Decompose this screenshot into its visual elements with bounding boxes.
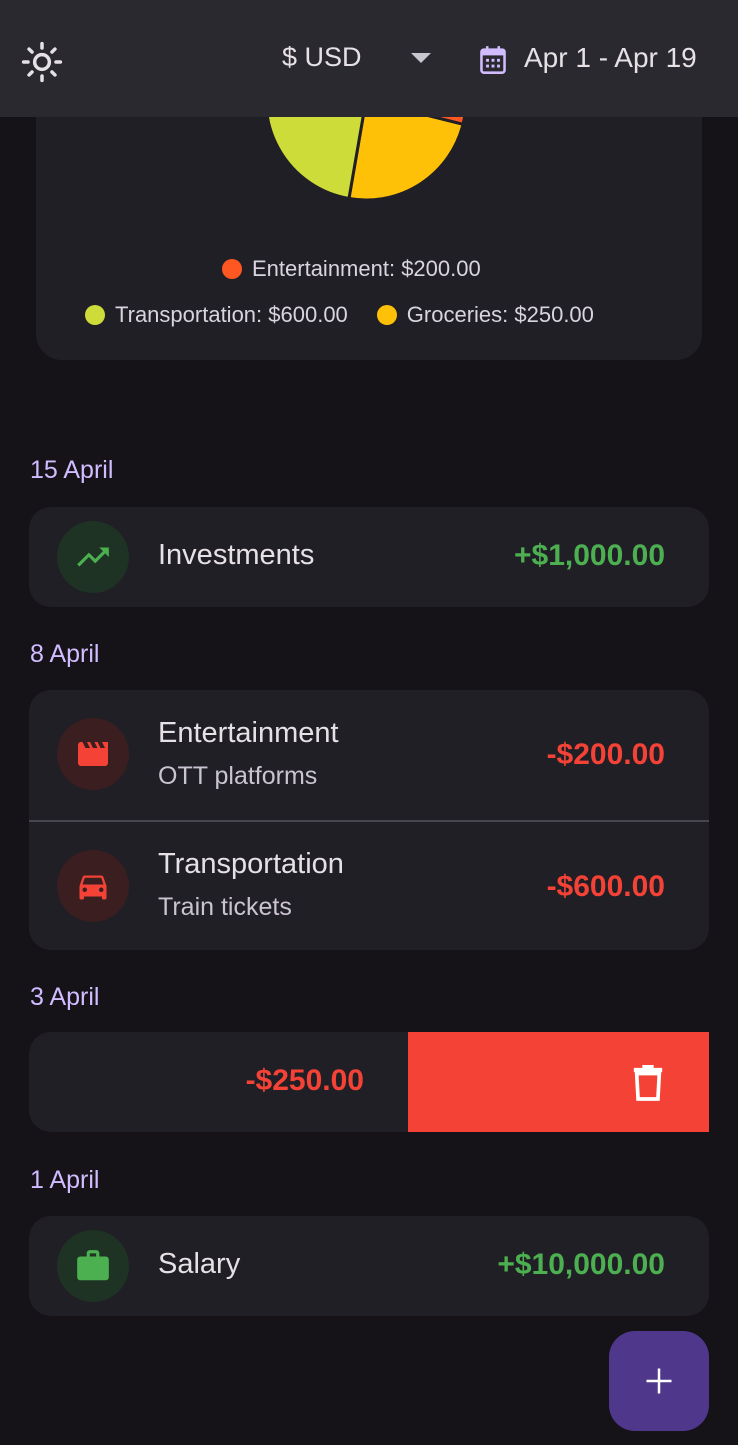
- transaction-group-card: Salary +$10,000.00: [29, 1216, 709, 1316]
- transaction-group-card: Investments +$1,000.00: [29, 507, 709, 607]
- section-date-heading: 15 April: [30, 456, 114, 484]
- transaction-amount: +$10,000.00: [497, 1248, 665, 1281]
- transaction-subtitle: OTT platforms: [158, 762, 318, 790]
- delete-icon: [633, 1065, 663, 1101]
- plus-icon: [646, 1368, 672, 1394]
- legend-label: Transportation: $600.00: [115, 302, 348, 327]
- legend-item-groceries: Groceries: $250.00: [376, 302, 594, 328]
- transaction-group-card: Entertainment OTT platforms -$200.00 Tra…: [29, 690, 709, 950]
- currency-selector[interactable]: $ USD: [282, 42, 362, 73]
- sun-icon: [21, 41, 63, 83]
- transaction-row-investments[interactable]: Investments +$1,000.00: [29, 507, 709, 607]
- car-icon: [57, 850, 129, 922]
- chart-legend-row-2: Transportation: $600.00 Groceries: $250.…: [85, 302, 594, 328]
- legend-item-entertainment: Entertainment: $200.00: [222, 256, 481, 282]
- date-range-button[interactable]: Apr 1 - Apr 19: [524, 42, 697, 74]
- theme-toggle-button[interactable]: [20, 40, 64, 84]
- transaction-subtitle: Train tickets: [158, 893, 292, 921]
- transaction-amount: +$1,000.00: [514, 539, 665, 572]
- transaction-row-entertainment[interactable]: Entertainment OTT platforms -$200.00: [29, 690, 709, 820]
- trending-up-icon: [57, 521, 129, 593]
- legend-dot: [222, 259, 242, 279]
- briefcase-icon: [57, 1230, 129, 1302]
- chart-legend-row-1: Entertainment: $200.00: [222, 256, 481, 282]
- transaction-title: Transportation: [158, 848, 344, 880]
- section-date-heading: 1 April: [30, 1166, 100, 1194]
- transaction-amount: -$600.00: [546, 870, 665, 903]
- transaction-title: Salary: [158, 1248, 241, 1280]
- transaction-title: Entertainment: [158, 717, 339, 749]
- transaction-row-transportation[interactable]: Transportation Train tickets -$600.00: [29, 822, 709, 950]
- legend-item-transportation: Transportation: $600.00: [85, 302, 348, 328]
- add-transaction-fab[interactable]: [609, 1331, 709, 1431]
- transaction-amount: -$250.00: [245, 1064, 364, 1097]
- section-date-heading: 3 April: [30, 983, 100, 1011]
- transaction-row-salary[interactable]: Salary +$10,000.00: [29, 1216, 709, 1316]
- transaction-group-card: -$250.00: [29, 1032, 709, 1132]
- chevron-down-icon[interactable]: [411, 53, 431, 63]
- top-app-bar: $ USD Apr 1 - Apr 19: [0, 0, 738, 117]
- calendar-icon[interactable]: [479, 45, 507, 75]
- movie-clapper-icon: [57, 718, 129, 790]
- delete-swipe-action[interactable]: [408, 1032, 709, 1132]
- legend-label: Groceries: $250.00: [406, 302, 594, 327]
- transaction-title: Investments: [158, 539, 315, 571]
- section-date-heading: 8 April: [30, 640, 100, 668]
- transaction-row-swiped[interactable]: -$250.00: [29, 1032, 709, 1132]
- transaction-amount: -$200.00: [546, 738, 665, 771]
- legend-label: Entertainment: $200.00: [252, 256, 481, 281]
- legend-dot: [376, 305, 397, 325]
- legend-dot: [85, 305, 105, 325]
